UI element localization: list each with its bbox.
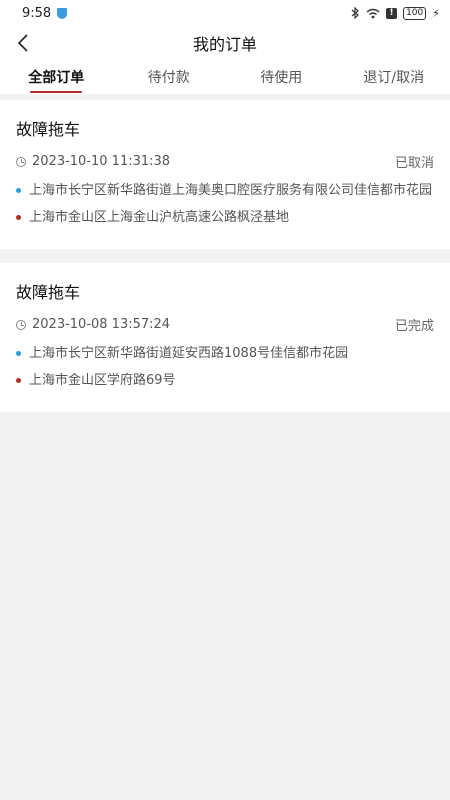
order-time: 2023-10-08 13:57:24 <box>32 317 171 332</box>
clock-icon <box>16 156 26 167</box>
clock-icon <box>16 319 26 330</box>
pickup-address: 上海市长宁区新华路街道延安西路1088号佳信都市花园 <box>29 346 349 361</box>
dropoff-address-row: 上海市金山区上海金山沪杭高速公路枫泾基地 <box>16 208 434 227</box>
pickup-dot-icon <box>16 188 21 193</box>
order-time-row: 2023-10-08 13:57:24 <box>16 317 170 332</box>
wifi-icon <box>366 8 380 19</box>
order-list: 故障拖车 2023-10-10 11:31:38 已取消 上海市长宁区新华路街道… <box>0 100 450 426</box>
order-time: 2023-10-10 11:31:38 <box>32 154 171 169</box>
nav-bar: 我的订单 <box>0 26 450 60</box>
pickup-address-row: 上海市长宁区新华路街道上海美奥口腔医疗服务有限公司佳信都市花园 <box>16 181 434 200</box>
order-card[interactable]: 故障拖车 2023-10-10 11:31:38 已取消 上海市长宁区新华路街道… <box>0 100 450 249</box>
order-status: 已取消 <box>394 156 434 171</box>
status-time: 9:58 <box>22 5 52 21</box>
order-title: 故障拖车 <box>16 283 81 302</box>
order-status: 已完成 <box>394 319 434 334</box>
pickup-address: 上海市长宁区新华路街道上海美奥口腔医疗服务有限公司佳信都市花园 <box>29 183 433 198</box>
dropoff-dot-icon <box>16 215 21 220</box>
page-title: 我的订单 <box>192 35 257 54</box>
chevron-left-icon <box>17 34 28 52</box>
dropoff-dot-icon <box>16 378 21 383</box>
order-card[interactable]: 故障拖车 2023-10-08 13:57:24 已完成 上海市长宁区新华路街道… <box>0 263 450 412</box>
order-meta: 2023-10-10 11:31:38 已取消 <box>16 152 434 171</box>
bluetooth-icon <box>351 7 360 19</box>
dropoff-address-row: 上海市金山区学府路69号 <box>16 371 434 390</box>
tab-refund-cancel[interactable]: 退订/取消 <box>338 60 450 94</box>
battery-icon: 100 <box>403 6 427 20</box>
dropoff-address: 上海市金山区上海金山沪杭高速公路枫泾基地 <box>29 210 290 225</box>
order-tabs: 全部订单 待付款 待使用 退订/取消 <box>0 60 450 94</box>
order-meta: 2023-10-08 13:57:24 已完成 <box>16 315 434 334</box>
tab-pending-use[interactable]: 待使用 <box>225 60 338 94</box>
order-time-row: 2023-10-10 11:31:38 <box>16 154 170 169</box>
back-button[interactable] <box>10 30 36 56</box>
pickup-address-row: 上海市长宁区新华路街道延安西路1088号佳信都市花园 <box>16 344 434 363</box>
pickup-dot-icon <box>16 351 21 356</box>
order-title: 故障拖车 <box>16 120 81 139</box>
charging-icon: ⚡ <box>432 6 440 20</box>
dropoff-address: 上海市金山区学府路69号 <box>29 373 176 388</box>
status-bar: 9:58 ! 100 ⚡ <box>0 0 450 26</box>
tab-all-orders[interactable]: 全部订单 <box>0 60 113 94</box>
shield-icon <box>57 7 68 19</box>
status-left: 9:58 <box>22 5 68 21</box>
mute-icon: ! <box>386 7 398 19</box>
status-right: ! 100 ⚡ <box>351 6 440 20</box>
tab-pending-payment[interactable]: 待付款 <box>113 60 226 94</box>
